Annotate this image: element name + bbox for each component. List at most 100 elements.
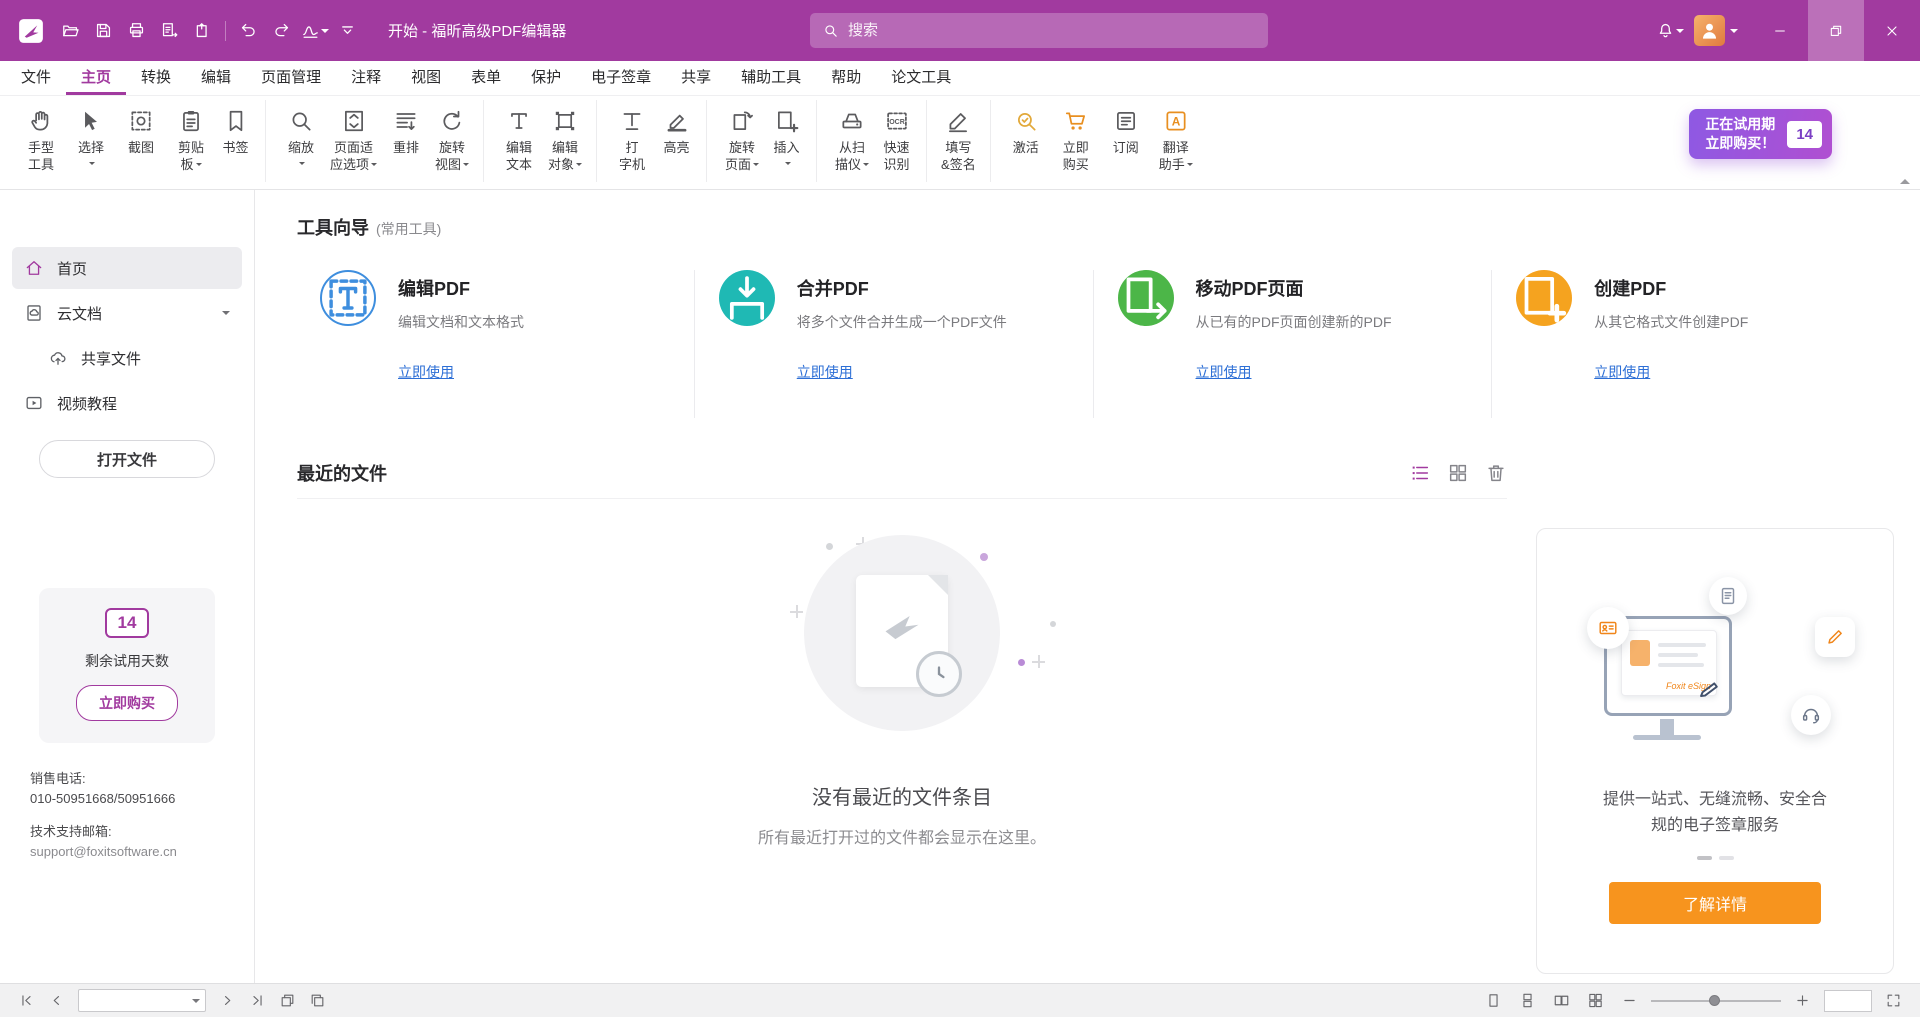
notification-button[interactable] — [1653, 14, 1686, 47]
ribbon-tool[interactable]: 编辑 对象 — [544, 100, 597, 182]
menu-item[interactable]: 编辑 — [186, 63, 246, 95]
zoom-in-icon[interactable] — [1790, 989, 1815, 1013]
zoom-value-input[interactable] — [1825, 991, 1871, 1011]
fullscreen-icon[interactable] — [1881, 989, 1906, 1013]
open-file-button[interactable]: 打开文件 — [39, 440, 215, 478]
sparkle-decoration — [1032, 655, 1045, 668]
next-page-icon[interactable] — [215, 989, 240, 1013]
carousel-dot[interactable] — [1719, 856, 1734, 860]
use-now-link[interactable]: 立即使用 — [1196, 362, 1252, 382]
page-number-input[interactable] — [84, 993, 192, 1008]
titlebar-button[interactable] — [232, 14, 265, 47]
window-control-button[interactable] — [1808, 0, 1864, 61]
next-view-icon[interactable] — [305, 989, 330, 1013]
titlebar-button[interactable] — [186, 14, 219, 47]
titlebar-button[interactable] — [153, 14, 186, 47]
titlebar-button[interactable] — [54, 14, 87, 47]
sidebar-item[interactable]: 云文档 — [12, 292, 242, 334]
menu-item[interactable]: 注释 — [336, 63, 396, 95]
ribbon-tool[interactable]: 选择 — [66, 100, 116, 182]
page-number-box[interactable] — [78, 989, 206, 1012]
ribbon-tool[interactable]: 剪贴 板 — [166, 100, 216, 182]
ribbon-tool[interactable]: 旋转 页面 — [717, 100, 767, 182]
ribbon-toolbar: 手型 工具 选择 截图 剪贴 板 书签 缩放 — [0, 96, 1920, 190]
use-now-link[interactable]: 立即使用 — [1594, 362, 1650, 382]
carousel-dot[interactable] — [1697, 856, 1712, 860]
user-avatar[interactable] — [1694, 15, 1725, 46]
titlebar-button[interactable] — [120, 14, 153, 47]
ribbon-tool[interactable]: 旋转 视图 — [431, 100, 484, 182]
titlebar-button[interactable] — [298, 14, 331, 47]
ribbon-tool[interactable]: 手型 工具 — [16, 100, 66, 182]
menu-item[interactable]: 主页 — [66, 63, 126, 95]
ribbon-tool[interactable]: 订阅 — [1101, 100, 1151, 182]
ribbon-tool[interactable]: 插入 — [767, 100, 817, 182]
snapshot-icon — [128, 108, 154, 134]
menu-item[interactable]: 论文工具 — [876, 63, 966, 95]
titlebar-button[interactable] — [331, 14, 364, 47]
facing-icon[interactable] — [1549, 989, 1574, 1013]
zoom-out-icon[interactable] — [1617, 989, 1642, 1013]
grid-view-icon[interactable] — [1447, 462, 1469, 484]
menu-item[interactable]: 辅助工具 — [726, 63, 816, 95]
ribbon-tool[interactable]: 编辑 文本 — [494, 100, 544, 182]
menu-item[interactable]: 视图 — [396, 63, 456, 95]
menu-item[interactable]: 文件 — [6, 63, 66, 95]
headset-icon — [1791, 695, 1831, 735]
menu-item[interactable]: 共享 — [666, 63, 726, 95]
ribbon-tool[interactable]: A 翻译 助手 — [1151, 100, 1201, 182]
titlebar-divider — [225, 21, 226, 41]
window-control-button[interactable] — [1864, 0, 1920, 61]
zoom-slider-thumb[interactable] — [1709, 995, 1720, 1006]
ribbon-tool[interactable]: 激活 — [1001, 100, 1051, 182]
menu-item[interactable]: 表单 — [456, 63, 516, 95]
chevron-down-icon[interactable] — [1730, 29, 1738, 37]
menu-item[interactable]: 转换 — [126, 63, 186, 95]
buy-now-button[interactable]: 立即购买 — [76, 685, 178, 721]
esign-promo-panel: Foxit eSign 提供一站式、无缝流畅、安全合 规的电子签章服务 了解 — [1536, 528, 1894, 974]
ribbon-tool[interactable]: 打 字机 — [607, 100, 657, 182]
ribbon-tool[interactable]: 缩放 — [276, 100, 326, 182]
titlebar-button[interactable] — [87, 14, 120, 47]
support-email-value[interactable]: support@foxitsoftware.cn — [30, 842, 254, 862]
ribbon-tool[interactable]: 书签 — [216, 100, 266, 182]
menu-item[interactable]: 页面管理 — [246, 63, 336, 95]
menu-item[interactable]: 电子签章 — [576, 63, 666, 95]
last-page-icon[interactable] — [245, 989, 270, 1013]
trash-icon[interactable] — [1485, 462, 1507, 484]
ribbon-tool[interactable]: 填写 &签名 — [937, 100, 991, 182]
zoom-value-box[interactable] — [1824, 990, 1872, 1012]
list-view-icon[interactable] — [1409, 462, 1431, 484]
ribbon-tool[interactable]: 立即 购买 — [1051, 100, 1101, 182]
prev-view-icon[interactable] — [275, 989, 300, 1013]
single-page-icon[interactable] — [1481, 989, 1506, 1013]
search-bar[interactable] — [810, 13, 1268, 48]
ribbon-tool[interactable]: 从扫 描仪 — [827, 100, 877, 182]
trial-days-label: 剩余试用天数 — [39, 651, 215, 671]
menu-item[interactable]: 保护 — [516, 63, 576, 95]
insert-icon — [774, 108, 800, 134]
ribbon-tool[interactable]: 截图 — [116, 100, 166, 182]
zoom-slider[interactable] — [1651, 989, 1781, 1013]
trial-buy-badge[interactable]: 正在试用期立即购买！ 14 — [1689, 109, 1832, 159]
facing-continuous-icon[interactable] — [1583, 989, 1608, 1013]
use-now-link[interactable]: 立即使用 — [797, 362, 853, 382]
continuous-icon[interactable] — [1515, 989, 1540, 1013]
chevron-down-icon[interactable] — [192, 999, 200, 1007]
search-input[interactable] — [848, 22, 1256, 39]
use-now-link[interactable]: 立即使用 — [398, 362, 454, 382]
collapse-ribbon-caret-icon[interactable] — [1900, 174, 1910, 184]
ribbon-tool[interactable]: 高亮 — [657, 100, 707, 182]
window-control-button[interactable] — [1752, 0, 1808, 61]
titlebar-button[interactable] — [265, 14, 298, 47]
sidebar-item[interactable]: 首页 — [12, 247, 242, 289]
menu-item[interactable]: 帮助 — [816, 63, 876, 95]
ribbon-tool[interactable]: 页面适 应选项 — [326, 100, 381, 182]
sidebar-item[interactable]: 视频教程 — [12, 382, 242, 424]
first-page-icon[interactable] — [14, 989, 39, 1013]
prev-page-icon[interactable] — [44, 989, 69, 1013]
sidebar-item[interactable]: 共享文件 — [36, 337, 242, 379]
learn-more-button[interactable]: 了解详情 — [1609, 882, 1821, 924]
ribbon-tool[interactable]: OCR 快速 识别 — [877, 100, 927, 182]
ribbon-tool[interactable]: 重排 — [381, 100, 431, 182]
